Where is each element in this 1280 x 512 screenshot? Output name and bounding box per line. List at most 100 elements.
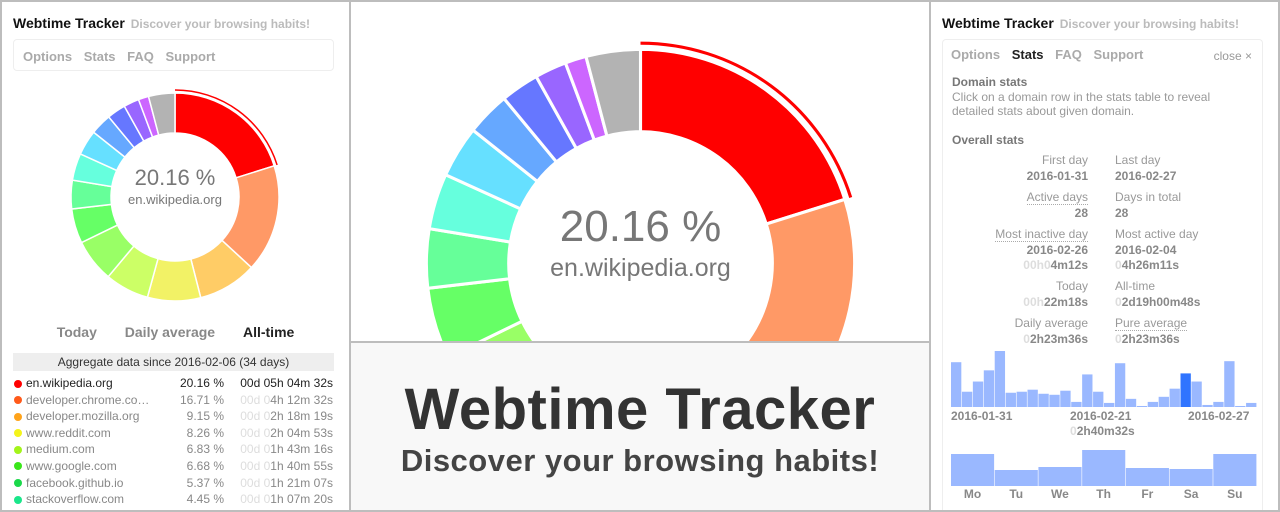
daily-bar[interactable] bbox=[994, 351, 1006, 407]
daily-bar[interactable] bbox=[1093, 391, 1104, 407]
nav-faq[interactable]: FAQ bbox=[127, 49, 154, 64]
daily-bar[interactable] bbox=[1224, 361, 1235, 407]
app-tagline: Discover your browsing habits! bbox=[1059, 17, 1240, 31]
stat-days-total: Days in total 28 bbox=[1115, 190, 1182, 220]
donut-chart-large[interactable]: 20.16 % en.wikipedia.org bbox=[414, 37, 867, 341]
daily-bar[interactable] bbox=[1136, 405, 1148, 407]
weekday-bar[interactable] bbox=[1213, 454, 1257, 486]
close-button[interactable]: close × bbox=[1214, 49, 1252, 63]
domain-row[interactable]: www.google.com 6.68 % 00d 01h 40m 55s bbox=[13, 458, 334, 475]
color-dot-icon bbox=[14, 462, 22, 471]
weekday-bar[interactable] bbox=[1125, 468, 1169, 486]
domain-time: 00d 02h 18m 19s bbox=[240, 409, 333, 424]
domain-name: www.reddit.com bbox=[26, 425, 111, 440]
weekday-label: We bbox=[1051, 487, 1069, 501]
daily-bar[interactable] bbox=[1027, 389, 1038, 407]
nav-options[interactable]: Options bbox=[951, 47, 1000, 62]
weekday-bar[interactable] bbox=[994, 470, 1038, 486]
app-title: Webtime Tracker Discover your browsing h… bbox=[942, 15, 1239, 31]
stat-today: Today 00h22m18s bbox=[1023, 279, 1088, 309]
weekday-label: Sa bbox=[1183, 487, 1199, 501]
donut-chart-small[interactable]: 20.16 % en.wikipedia.org bbox=[65, 87, 285, 307]
popup-panel-stats: Webtime Tracker Discover your browsing h… bbox=[931, 2, 1278, 510]
domain-time: 00d 05h 04m 32s bbox=[240, 376, 333, 390]
daily-bar[interactable] bbox=[1169, 388, 1180, 407]
color-dot-icon bbox=[14, 412, 22, 421]
daily-bar[interactable] bbox=[961, 391, 973, 407]
domain-row[interactable]: medium.com 6.83 % 00d 01h 43m 16s bbox=[13, 441, 334, 458]
domain-name: medium.com bbox=[26, 442, 95, 457]
weekday-label: Su bbox=[1227, 487, 1243, 501]
tab-today[interactable]: Today bbox=[57, 324, 97, 340]
weekday-label: Tu bbox=[1009, 487, 1024, 501]
donut-percent: 20.16 % bbox=[134, 165, 216, 190]
daily-bar[interactable] bbox=[1038, 393, 1049, 407]
nav-options[interactable]: Options bbox=[23, 49, 72, 64]
promo-collage: Webtime Tracker Discover your browsing h… bbox=[0, 0, 1280, 512]
domain-time: 00d 01h 40m 55s bbox=[240, 458, 333, 473]
daily-bar[interactable] bbox=[1060, 390, 1071, 407]
weekday-bar-chart[interactable] bbox=[951, 446, 1257, 486]
domain-name: facebook.github.io bbox=[26, 475, 124, 490]
daily-bar[interactable] bbox=[1191, 381, 1202, 407]
nav-support[interactable]: Support bbox=[1094, 47, 1144, 62]
weekday-bar[interactable] bbox=[1082, 450, 1126, 486]
aggregate-label: Aggregate data since 2016-02-06 (34 days… bbox=[13, 353, 334, 371]
daily-x-label-end: 2016-02-27 bbox=[1188, 409, 1250, 423]
weekday-label: Th bbox=[1096, 487, 1111, 501]
daily-bar[interactable] bbox=[1147, 401, 1159, 407]
nav-faq[interactable]: FAQ bbox=[1055, 47, 1082, 62]
daily-bar[interactable] bbox=[1114, 363, 1126, 407]
domain-row[interactable]: en.wikipedia.org 20.16 % 00d 05h 04m 32s bbox=[13, 375, 334, 392]
color-dot-icon bbox=[14, 495, 22, 504]
donut-domain-large: en.wikipedia.org bbox=[550, 254, 731, 282]
daily-bar[interactable] bbox=[1005, 392, 1016, 407]
stat-last-day: Last day 2016-02-27 bbox=[1115, 153, 1177, 183]
domain-time: 00d 01h 07m 20s bbox=[240, 492, 333, 507]
daily-bar[interactable] bbox=[1180, 373, 1191, 407]
stat-most-active-day: Most active day 2016-02-04 04h26m11s bbox=[1115, 227, 1199, 272]
daily-x-label-mid: 2016-02-21 bbox=[1070, 409, 1132, 423]
weekday-bar[interactable] bbox=[951, 454, 995, 486]
domain-time: 00d 04h 12m 32s bbox=[240, 392, 333, 407]
domain-row[interactable]: stackoverflow.com 4.45 % 00d 01h 07m 20s bbox=[13, 491, 334, 508]
daily-bar[interactable] bbox=[1082, 374, 1093, 407]
donut-domain: en.wikipedia.org bbox=[128, 192, 222, 207]
color-dot-icon bbox=[14, 429, 22, 438]
daily-bar[interactable] bbox=[1016, 391, 1027, 407]
daily-bar[interactable] bbox=[1235, 405, 1246, 407]
daily-bar[interactable] bbox=[983, 370, 995, 407]
daily-bar-chart[interactable] bbox=[951, 347, 1257, 407]
daily-bar[interactable] bbox=[972, 381, 984, 407]
donut-percent-large: 20.16 % bbox=[559, 202, 722, 251]
nav-stats[interactable]: Stats bbox=[84, 49, 116, 64]
stat-pure-average: Pure average 02h23m36s bbox=[1115, 316, 1188, 346]
daily-bar[interactable] bbox=[1213, 401, 1224, 407]
daily-bar[interactable] bbox=[1246, 402, 1257, 407]
daily-bar[interactable] bbox=[1158, 396, 1169, 407]
tab-daily-average[interactable]: Daily average bbox=[125, 324, 215, 340]
daily-bar[interactable] bbox=[1202, 404, 1213, 407]
domain-row[interactable]: developer.chrome.co… 16.71 % 00d 04h 12m 3… bbox=[13, 392, 334, 409]
domain-name: developer.mozilla.org bbox=[26, 409, 140, 424]
daily-bar[interactable] bbox=[1049, 394, 1060, 407]
domain-percent: 4.45 % bbox=[186, 492, 224, 507]
color-dot-icon bbox=[14, 396, 22, 405]
weekday-bar[interactable] bbox=[1038, 467, 1082, 486]
domain-row[interactable]: www.reddit.com 8.26 % 00d 02h 04m 53s bbox=[13, 425, 334, 442]
nav-support[interactable]: Support bbox=[166, 49, 216, 64]
weekday-bar[interactable] bbox=[1169, 469, 1213, 486]
domain-row[interactable]: facebook.github.io 5.37 % 00d 01h 21m 07s bbox=[13, 475, 334, 492]
nav-stats[interactable]: Stats bbox=[1012, 47, 1044, 62]
daily-bar[interactable] bbox=[951, 362, 962, 407]
domain-name: stackoverflow.com bbox=[26, 492, 125, 507]
daily-bar[interactable] bbox=[1125, 398, 1137, 407]
daily-bar[interactable] bbox=[1104, 402, 1115, 407]
domain-stats-text: Click on a domain row in the stats table… bbox=[952, 90, 1211, 118]
domain-percent: 8.26 % bbox=[186, 425, 224, 440]
domain-row[interactable]: developer.mozilla.org 9.15 % 00d 02h 18m 1… bbox=[13, 408, 334, 425]
donut-slice[interactable] bbox=[638, 47, 847, 226]
tab-all-time[interactable]: All-time bbox=[243, 324, 294, 340]
daily-bar[interactable] bbox=[1071, 401, 1082, 407]
domain-time: 00d 01h 43m 16s bbox=[240, 442, 333, 457]
